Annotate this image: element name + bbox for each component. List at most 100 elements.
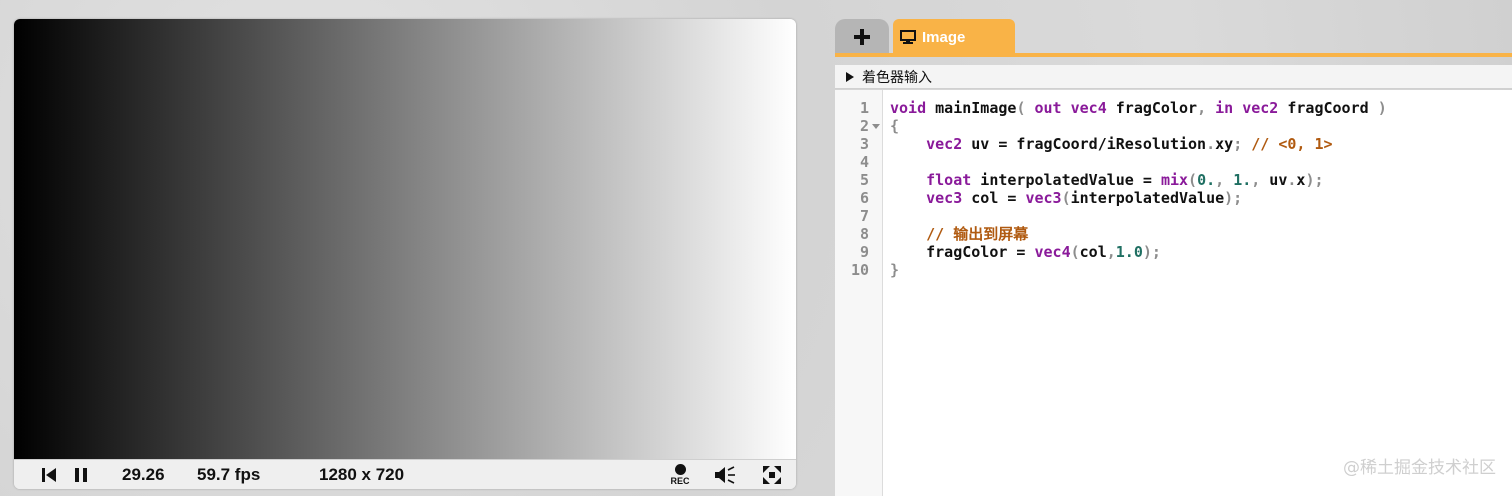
pause-button[interactable] [72,466,90,484]
tab-image-label: Image [922,28,966,46]
code-token: vec3 [1025,189,1062,207]
code-token: 0. [1197,171,1216,189]
code-token: xy [1215,135,1234,153]
code-token: vec2 [926,135,963,153]
code-token: ; [1233,135,1243,153]
tab-image[interactable]: Image [893,19,1015,55]
shader-canvas[interactable] [14,19,796,459]
code-token: vec4 [1034,243,1071,261]
code-token: } [890,261,900,279]
code-token: out [1034,99,1062,117]
shader-inputs-label: 着色器输入 [862,68,932,85]
skip-back-icon [42,468,56,482]
fold-arrow-icon[interactable] [871,117,881,135]
fps-readout: 59.7 fps [197,465,261,484]
code-token: { [890,117,900,135]
line-number: 3 [859,135,869,153]
code-token: col [1079,243,1107,261]
line-number: 10 [850,261,869,279]
code-token: vec2 [1242,99,1279,117]
code-line: vec3 col = vec3(interpolatedValue); [890,189,1387,207]
line-number: 1 [859,99,869,117]
code-token: ( [1070,243,1080,261]
code-token: . [1206,135,1216,153]
shader-editor: Image 着色器输入 1 2 3 4 5 6 7 8 9 10 void mainImage ( … [835,19,1512,496]
record-label: REC [670,476,690,486]
line-number: 8 [859,225,869,243]
monitor-icon [900,29,916,44]
code-token: interpolatedValue [1070,189,1225,207]
record-icon [674,464,686,475]
code-token: mix [1160,171,1189,189]
code-editor[interactable]: 1 2 3 4 5 6 7 8 9 10 void mainImage ( out vec4 fra… [835,90,1512,496]
line-number: 5 [859,171,869,189]
code-token: , [1251,171,1261,189]
code-token: in [1215,99,1234,117]
pause-icon [75,468,87,482]
line-number: 2 [859,117,869,135]
line-number: 4 [859,153,869,171]
code-token: ) [1377,99,1387,117]
code-line: { [890,117,1387,135]
code-token: vec4 [1070,99,1107,117]
code-token: ); [1305,171,1324,189]
fullscreen-button[interactable] [762,465,782,485]
speaker-icon [715,466,735,484]
caret-right-icon [846,71,854,82]
code-token: mainImage [926,99,1017,117]
line-number-gutter: 1 2 3 4 5 6 7 8 9 10 [835,90,883,496]
code-token: 1. [1233,171,1252,189]
record-button[interactable]: REC [667,462,693,488]
code-token: ); [1224,189,1243,207]
code-token: ( [1188,171,1198,189]
plus-icon [854,29,870,45]
time-readout: 29.26 [122,465,165,484]
line-number: 6 [859,189,869,207]
editor-tabs: Image [835,19,1512,57]
fullscreen-icon [763,466,781,484]
code-line: } [890,261,1387,279]
code-token: // <0, 1> [1251,135,1333,153]
tab-underline [835,53,1512,57]
code-line: void mainImage( out vec4 fragColor, in v… [890,99,1387,117]
code-line: float interpolatedValue = mix(0., 1., uv… [890,171,1387,189]
shader-player: 29.26 59.7 fps 1280 x 720 REC [14,19,796,489]
code-token: ); [1142,243,1161,261]
volume-button[interactable] [714,464,738,486]
code-token: uv = fragCoord/iResolution [962,135,1207,153]
add-tab-button[interactable] [835,19,889,55]
code-token: interpolatedValue = [971,171,1161,189]
code-token: void [890,99,927,117]
code-token: col = [962,189,1026,207]
code-token: // 输出到屏幕 [926,225,1029,243]
code-token: uv [1260,171,1288,189]
code-token: , [1215,171,1225,189]
resolution-readout: 1280 x 720 [319,465,405,484]
shader-inputs-toggle[interactable]: 着色器输入 [835,65,1512,89]
code-token: 1.0 [1115,243,1143,261]
code-line: vec2 uv = fragCoord/iResolution.xy; // <… [890,135,1387,153]
player-controls: 29.26 59.7 fps 1280 x 720 REC [14,459,796,489]
code-token: fragCoord [1278,99,1378,117]
line-number: 9 [859,243,869,261]
rewind-button[interactable] [40,466,58,484]
code-token: fragColor = [890,243,1035,261]
code-token: float [926,171,972,189]
watermark: @稀土掘金技术社区 [1343,458,1496,478]
code-content[interactable]: void mainImage ( out vec4 fragColor, in v… [890,99,1387,279]
code-token: , [1106,243,1116,261]
line-number: 7 [859,207,869,225]
code-token: vec3 [926,189,963,207]
code-token: ( [1061,189,1071,207]
